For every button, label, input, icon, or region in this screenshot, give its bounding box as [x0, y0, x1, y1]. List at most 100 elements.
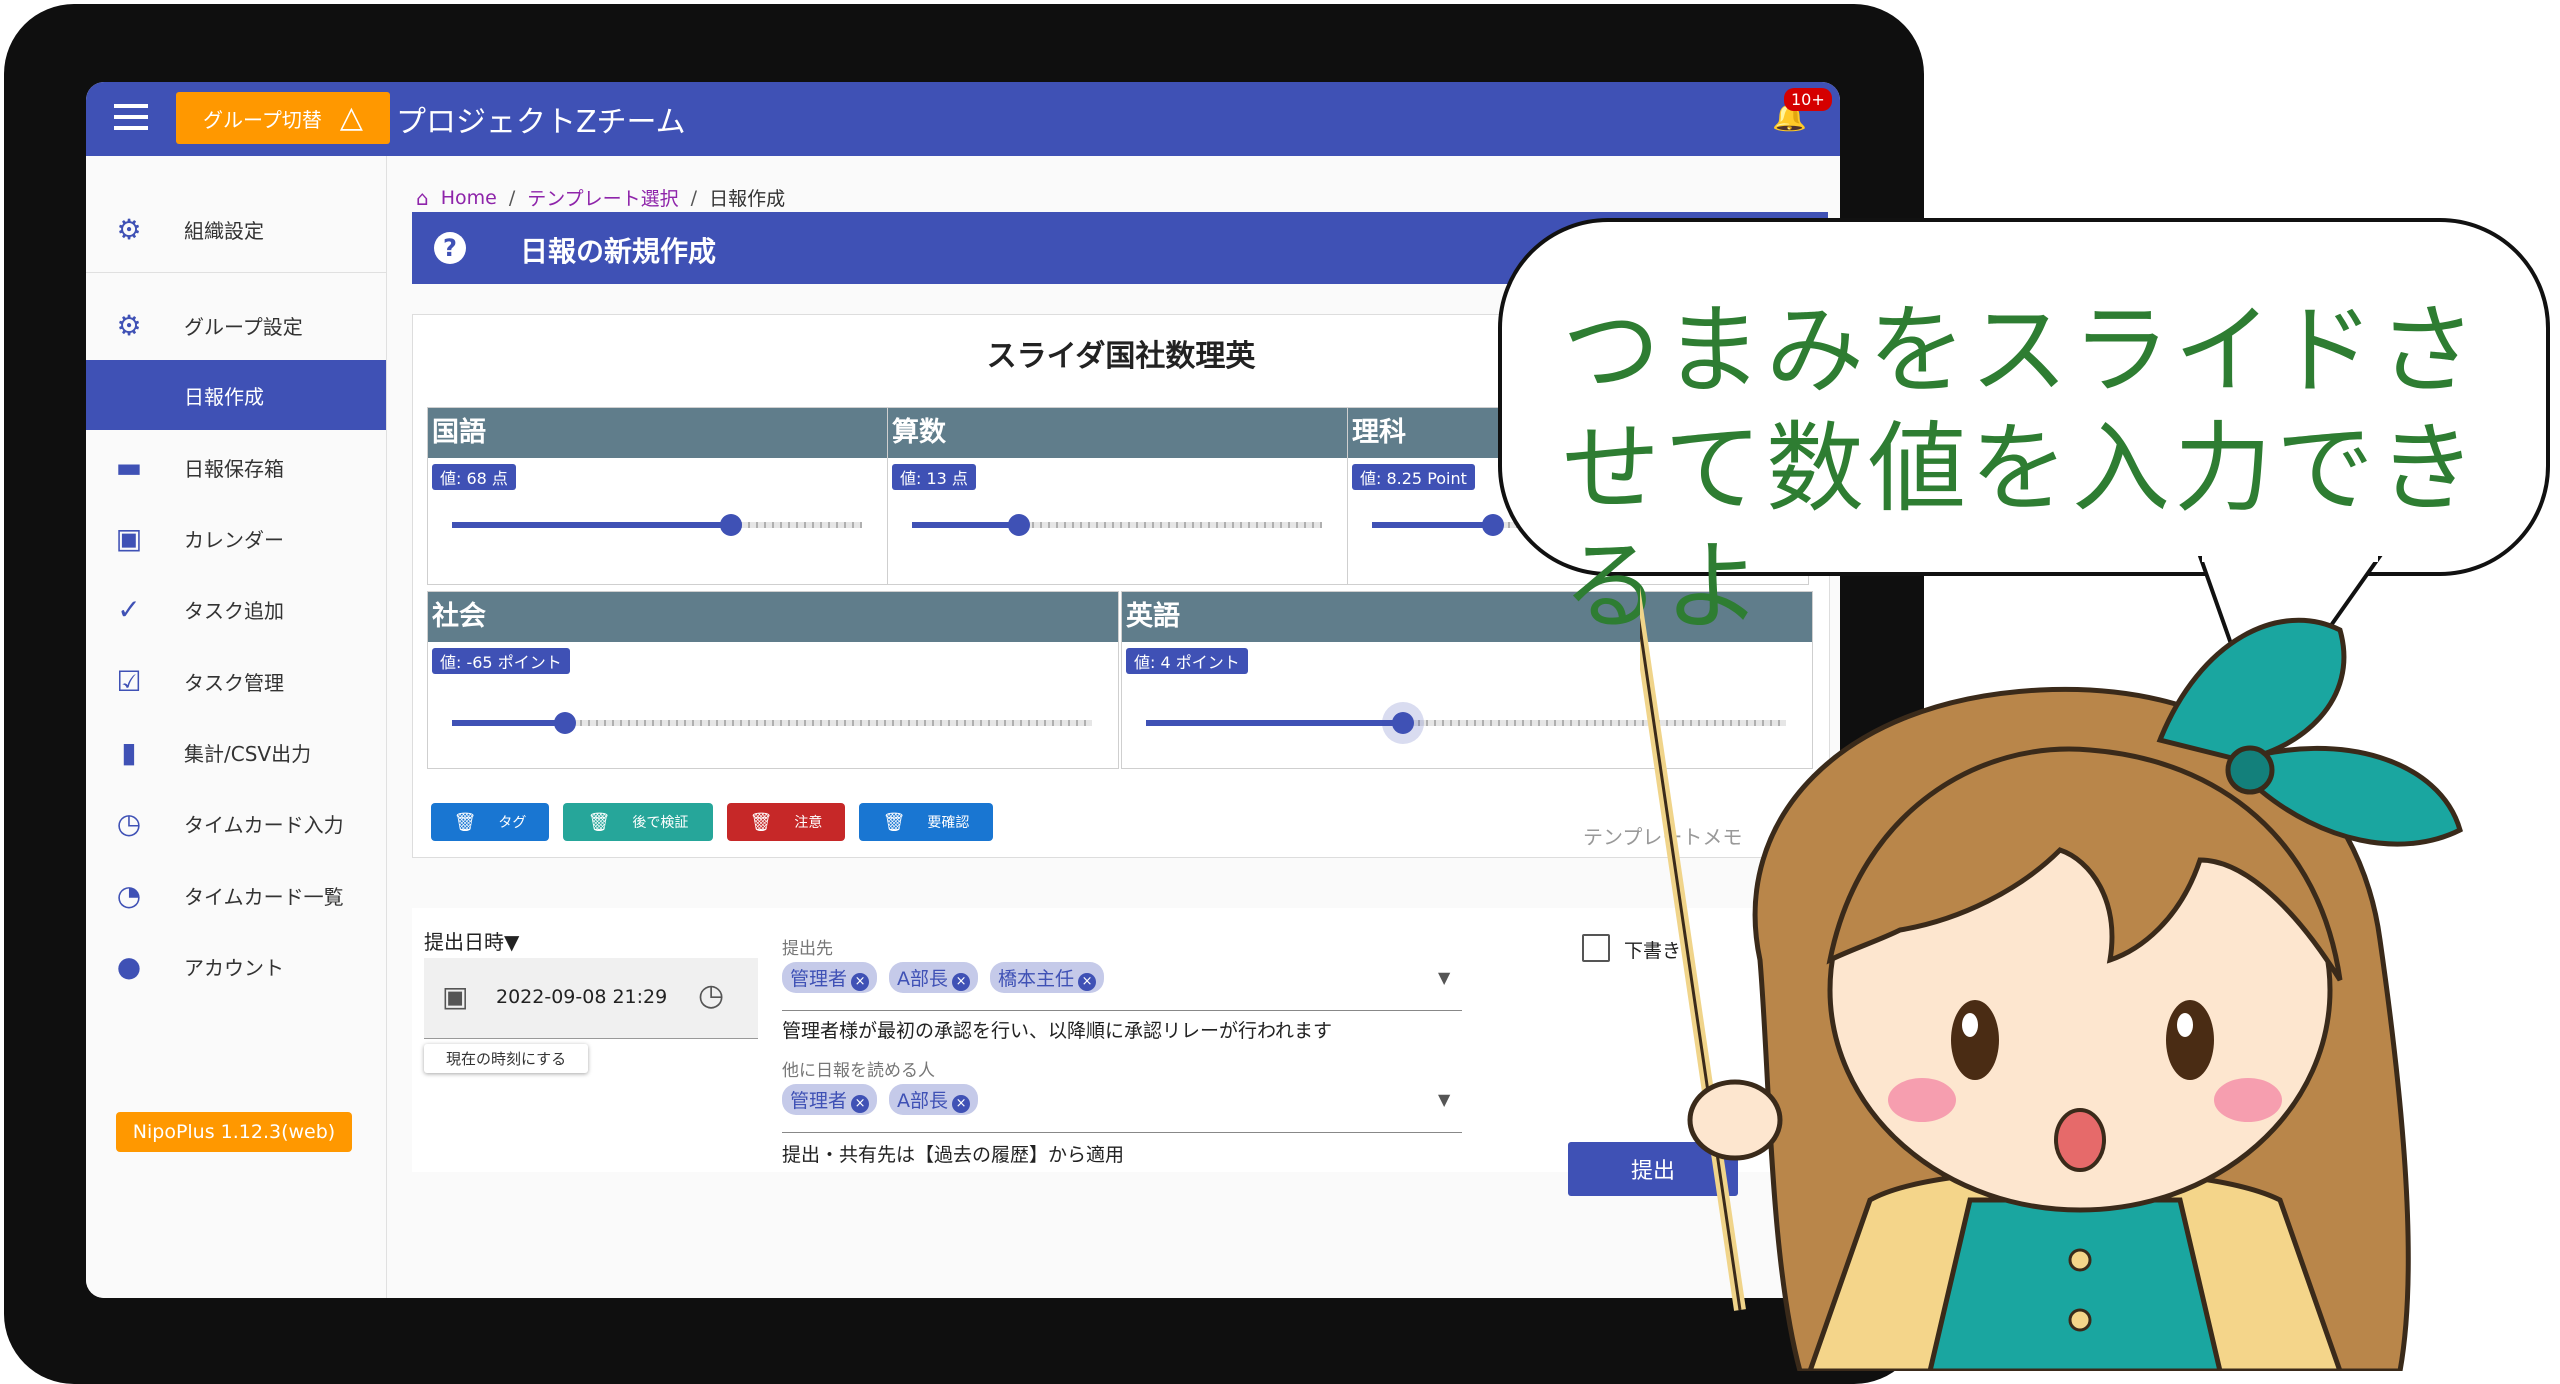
reader-chip[interactable]: A部長 × — [889, 1084, 979, 1115]
calendar-icon: ▣ — [115, 521, 143, 555]
tag-label: 後で検証 — [632, 815, 689, 831]
slider-fill — [1146, 720, 1402, 726]
slider-fill — [912, 522, 1019, 528]
trash-icon: 🗑 — [587, 811, 611, 833]
history-note: 提出・共有先は【過去の履歴】から適用 — [782, 1144, 1125, 1166]
sidebar-item-group-settings[interactable]: ⚙ グループ設定 — [86, 290, 386, 360]
breadcrumb-home[interactable]: Home — [441, 187, 497, 209]
sidebar-item-timecard-list[interactable]: ◔ タイムカード一覧 — [86, 860, 386, 930]
warning-triangle-icon: △ — [339, 100, 363, 135]
slider-fill — [1372, 522, 1492, 528]
slider-thumb[interactable] — [554, 712, 576, 734]
sidebar-item-add-task[interactable]: ✓ タスク追加 — [86, 574, 386, 644]
sidebar-item-label: カレンダー — [184, 527, 284, 552]
gear-icon: ⚙ — [116, 212, 142, 246]
settings-box-icon: ⚙ — [116, 308, 142, 342]
hamburger-menu-icon[interactable] — [114, 104, 148, 134]
sidebar-item-label: タスク管理 — [184, 670, 284, 695]
tag-label: 注意 — [794, 815, 823, 831]
trash-icon: 🗑 — [453, 811, 477, 833]
folder-icon: ▬ — [115, 450, 143, 484]
slider-thumb[interactable] — [720, 514, 742, 536]
sidebar-item-label: 集計/CSV出力 — [184, 741, 312, 766]
group-switch-button[interactable]: グループ切替 △ — [176, 92, 390, 144]
bar-chart-icon: ▮ — [121, 735, 137, 769]
slider-value-label: 値: 68 点 — [432, 464, 516, 490]
remove-chip-icon[interactable]: × — [1078, 973, 1097, 991]
sidebar-item-task-management[interactable]: ☑ タスク管理 — [86, 646, 386, 716]
clock-icon: ◔ — [116, 878, 142, 912]
now-time-button[interactable]: 現在の時刻にする — [424, 1044, 589, 1073]
slider-thumb[interactable] — [1482, 514, 1504, 536]
datetime-value: 2022-09-08 21:29 — [496, 986, 668, 1008]
tag-label: 要確認 — [927, 815, 970, 831]
tag-label: タグ — [498, 815, 527, 831]
sidebar-item-label: 組織設定 — [184, 218, 264, 243]
page-title: 日報の新規作成 — [520, 235, 717, 268]
sidebar-item-account[interactable]: ● アカウント — [86, 931, 386, 1001]
account-icon: ● — [116, 949, 142, 983]
clipboard-check-icon: ☑ — [116, 664, 142, 698]
sidebar-item-daily-report[interactable]: 日報作成 — [86, 360, 386, 430]
mascot-character-illustration — [1640, 586, 2463, 1371]
breadcrumb: ⌂ Home / テンプレート選択 / 日報作成 — [416, 184, 786, 211]
breadcrumb-current: 日報作成 — [709, 188, 786, 210]
trash-icon: 🗑 — [749, 811, 773, 833]
remove-chip-icon[interactable]: × — [952, 1095, 971, 1113]
subject-label: 社会 — [428, 592, 1118, 642]
sidebar-item-label: 日報作成 — [184, 384, 264, 409]
slider-cell-japanese: 国語 値: 68 点 — [427, 407, 889, 585]
tag-button-needs-check[interactable]: 🗑 要確認 — [859, 803, 993, 841]
check-add-icon: ✓ — [117, 592, 141, 626]
slider-thumb[interactable] — [1008, 514, 1030, 536]
slider-cell-social: 社会 値: -65 ポイント — [427, 591, 1119, 769]
dropdown-arrow-icon[interactable]: ▼ — [1438, 1090, 1450, 1109]
speech-bubble: つまみをスライドさせて数値を入力できるよ — [1498, 218, 2550, 644]
app-bar: グループ切替 △ プロジェクトZチーム 🔔 10+ — [86, 82, 1840, 156]
sidebar-item-report-box[interactable]: ▬ 日報保存箱 — [86, 432, 386, 502]
tag-button-caution[interactable]: 🗑 注意 — [727, 803, 845, 841]
sidebar-item-timecard-input[interactable]: ◷ タイムカード入力 — [86, 788, 386, 858]
tag-button-tag[interactable]: 🗑 タグ — [431, 803, 549, 841]
remove-chip-icon[interactable]: × — [952, 973, 971, 991]
sidebar-item-label: グループ設定 — [184, 314, 303, 339]
home-icon[interactable]: ⌂ — [416, 186, 429, 210]
readers-select[interactable]: 管理者 × A部長 × ▼ — [782, 1084, 1462, 1133]
sidebar: ⚙ 組織設定 ⚙ グループ設定 日報作成 ▬ 日報保存箱 ▣ カレンダー ✓ タ… — [86, 156, 387, 1298]
version-badge: NipoPlus 1.12.3(web) — [116, 1112, 352, 1152]
slider-thumb[interactable] — [1392, 712, 1414, 734]
subject-label: 算数 — [888, 408, 1348, 458]
datetime-field[interactable]: ▣ 2022-09-08 21:29 ◷ — [424, 958, 758, 1039]
trash-icon: 🗑 — [882, 811, 906, 833]
readers-label: 他に日報を読める人 — [782, 1061, 935, 1081]
notification-badge: 10+ — [1784, 88, 1832, 111]
help-icon[interactable]: ? — [434, 232, 466, 264]
sidebar-item-calendar[interactable]: ▣ カレンダー — [86, 503, 386, 573]
slider-value-label: 値: 8.25 Point — [1352, 464, 1475, 490]
sidebar-item-org-settings[interactable]: ⚙ 組織設定 — [86, 194, 386, 264]
approval-note: 管理者様が最初の承認を行い、以降順に承認リレーが行われます — [782, 1020, 1333, 1042]
slider-fill — [452, 522, 731, 528]
remove-chip-icon[interactable]: × — [851, 973, 870, 991]
clock-icon[interactable]: ◷ — [698, 978, 724, 1013]
remove-chip-icon[interactable]: × — [851, 1095, 870, 1113]
breadcrumb-template-select[interactable]: テンプレート選択 — [527, 184, 678, 211]
recipient-chip[interactable]: A部長 × — [889, 962, 979, 993]
datetime-label[interactable]: 提出日時▼ — [424, 926, 519, 955]
calendar-icon[interactable]: ▣ — [442, 980, 468, 1013]
sidebar-item-label: タイムカード入力 — [184, 812, 344, 837]
sidebar-item-label: タスク追加 — [184, 598, 284, 623]
recipient-chip[interactable]: 管理者 × — [782, 962, 878, 993]
sidebar-item-csv-export[interactable]: ▮ 集計/CSV出力 — [86, 717, 386, 787]
dropdown-arrow-icon[interactable]: ▼ — [1438, 968, 1450, 987]
tag-button-verify-later[interactable]: 🗑 後で検証 — [563, 803, 713, 841]
clock-add-icon: ◷ — [116, 806, 142, 840]
sidebar-item-label: 日報保存箱 — [184, 456, 284, 481]
recipient-chip[interactable]: 橋本主任 × — [990, 962, 1105, 993]
draft-checkbox[interactable] — [1582, 934, 1610, 962]
team-name: プロジェクトZチーム — [396, 105, 686, 140]
slider-fill — [452, 720, 564, 726]
subject-label: 国語 — [428, 408, 888, 458]
recipients-select[interactable]: 管理者 × A部長 × 橋本主任 × ▼ — [782, 962, 1462, 1011]
reader-chip[interactable]: 管理者 × — [782, 1084, 878, 1115]
